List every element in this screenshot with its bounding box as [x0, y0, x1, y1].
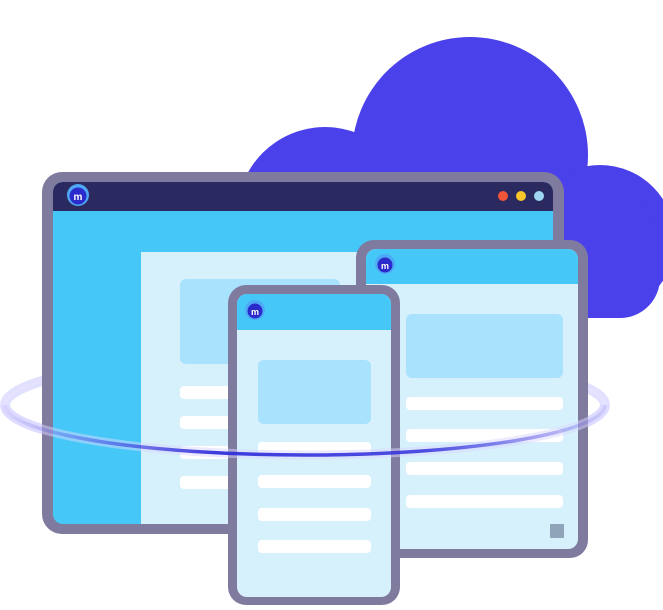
tablet-logo-mark: m [381, 261, 389, 271]
window-maximize-dot-icon[interactable] [534, 191, 544, 201]
illustration-canvas: m m m [0, 37, 663, 605]
tablet-image-placeholder [406, 314, 563, 378]
desktop-logo-mark: m [74, 192, 83, 203]
window-close-dot-icon[interactable] [498, 191, 508, 201]
desktop-titlebar [53, 182, 553, 211]
desktop-logo-icon: m [67, 184, 89, 206]
tablet-home-button-icon[interactable] [550, 524, 564, 538]
phone-text-line [258, 540, 371, 553]
tablet-text-line [406, 462, 563, 475]
phone-logo-mark: m [251, 307, 259, 317]
phone-logo-icon: m [245, 300, 265, 320]
tablet-text-line [406, 495, 563, 508]
window-minimize-dot-icon[interactable] [516, 191, 526, 201]
phone-text-line [258, 475, 371, 488]
phone-image-placeholder [258, 360, 371, 424]
phone-text-line [258, 508, 371, 521]
tablet-text-line [406, 397, 563, 410]
tablet-logo-icon: m [375, 254, 395, 274]
phone-device: m [228, 285, 400, 605]
cloud-devices-illustration: m m m [0, 0, 663, 610]
tablet-header [366, 249, 578, 284]
